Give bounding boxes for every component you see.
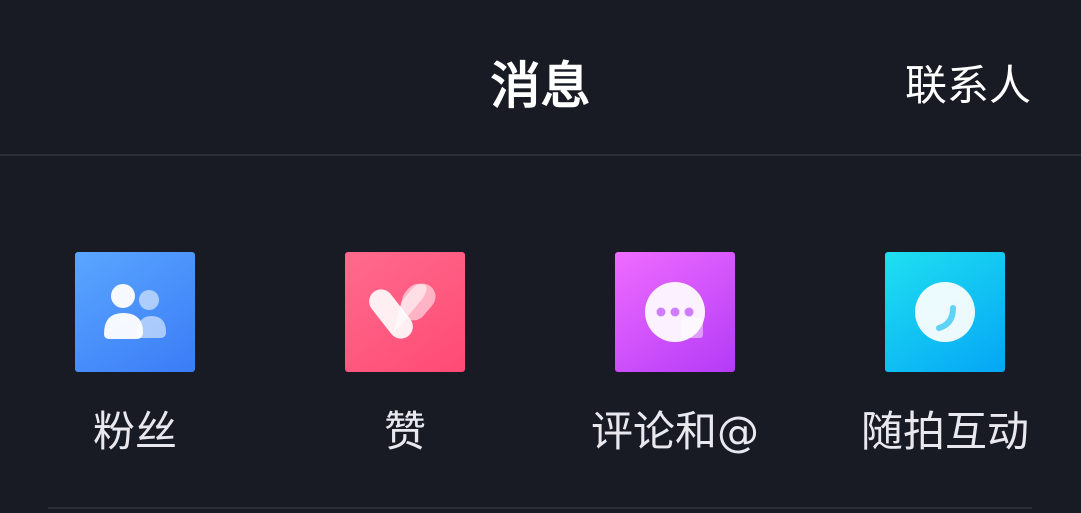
- moment-circle-icon: [885, 252, 1005, 372]
- heart-icon: [345, 252, 465, 372]
- shortcut-moments[interactable]: 随拍互动: [810, 252, 1080, 456]
- shortcut-likes[interactable]: 赞: [270, 252, 540, 456]
- shortcut-fans[interactable]: 粉丝: [0, 252, 270, 456]
- header-divider: [0, 154, 1081, 156]
- messages-screen: 消息 联系人 粉丝 赞 评论和@ 随拍互动: [0, 0, 1081, 513]
- fans-icon: [75, 252, 195, 372]
- section-divider: [48, 507, 1032, 509]
- shortcut-comments[interactable]: 评论和@: [540, 252, 810, 456]
- contacts-button[interactable]: 联系人: [905, 52, 1031, 113]
- shortcut-label: 随拍互动: [860, 407, 1029, 456]
- shortcut-label: 粉丝: [92, 407, 177, 456]
- comment-bubble-icon: [615, 252, 735, 372]
- header-bar: 消息 联系人: [0, 0, 1081, 155]
- shortcut-label: 赞: [383, 407, 426, 456]
- shortcut-label: 评论和@: [590, 407, 759, 456]
